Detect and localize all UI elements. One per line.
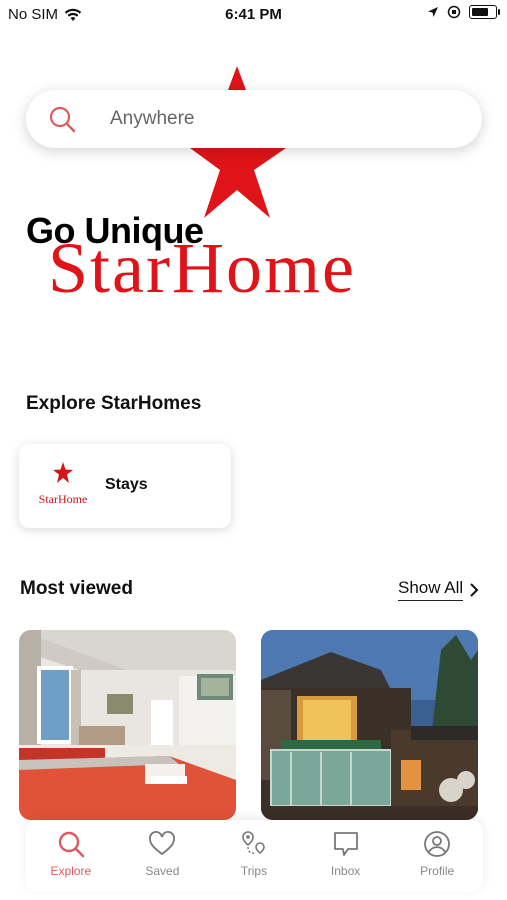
location-arrow-icon [428,7,438,17]
stays-card[interactable]: StarHome Stays [19,444,231,528]
hero-brand-text: StarHome [48,228,356,308]
tab-profile[interactable]: Profile [397,820,477,892]
tab-label-explore: Explore [50,864,92,878]
search-input[interactable] [108,107,412,131]
bedroom-image [19,630,236,820]
battery-icon [469,5,500,19]
chevron-right-icon [470,582,479,597]
logo-text: StarHome [38,492,88,506]
tab-label-trips: Trips [240,864,268,878]
tab-label-profile: Profile [420,864,455,878]
mini-star-icon [53,462,73,483]
stays-label: Stays [105,476,148,493]
show-all-label: Show All [398,578,464,601]
user-circle-icon [424,831,451,857]
show-all-link[interactable]: Show All [398,578,479,601]
tab-label-inbox: Inbox [330,864,361,878]
starhome-logo: StarHome [35,462,91,508]
battery-fill [472,8,488,16]
status-bar: No SIM 6:41 PM [0,0,507,28]
tab-label-saved: Saved [145,864,180,878]
map-pin-icon [242,831,265,855]
tab-inbox[interactable]: Inbox [306,820,386,892]
tab-saved[interactable]: Saved [122,820,202,892]
orientation-lock-icon [447,5,461,19]
bottom-tab-bar: Explore Saved Trips Inbox Profile [25,820,483,892]
status-right [427,5,500,19]
most-viewed-title: Most viewed [20,578,133,599]
listing-photo-bedroom[interactable] [19,630,236,820]
listing-photo-house[interactable] [261,630,478,820]
chat-icon [333,832,358,856]
tab-explore[interactable]: Explore [31,820,111,892]
explore-section-title: Explore StarHomes [26,393,202,414]
tab-trips[interactable]: Trips [214,820,294,892]
search-icon [49,106,76,133]
heart-icon [149,831,176,856]
search-bar[interactable] [26,90,482,148]
house-image [261,630,478,820]
search-icon [58,831,85,858]
